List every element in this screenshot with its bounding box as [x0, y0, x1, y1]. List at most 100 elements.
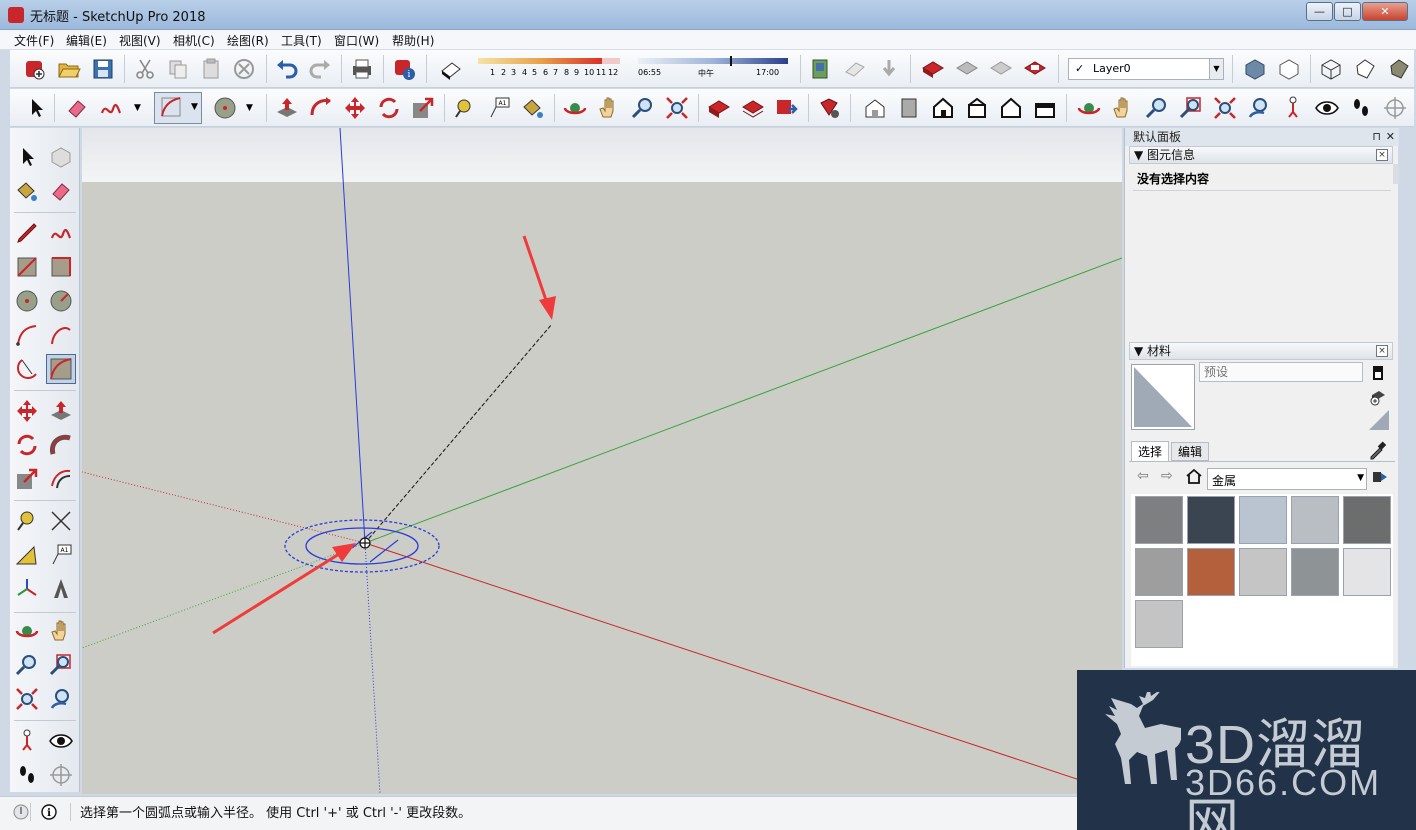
make-component-icon[interactable]	[48, 144, 74, 170]
pan-camera-icon[interactable]	[1110, 95, 1136, 121]
zoom-camera-icon[interactable]	[1144, 95, 1170, 121]
text-label-icon[interactable]: A1	[48, 542, 74, 568]
select-arrow-icon[interactable]	[14, 144, 40, 170]
pan-hand-icon[interactable]	[596, 95, 622, 121]
look-around-eye-icon[interactable]	[48, 728, 74, 754]
extension-ruby-icon[interactable]	[816, 95, 842, 121]
zoom-extents-icon[interactable]	[664, 95, 690, 121]
undo-icon[interactable]	[274, 56, 300, 82]
entity-info-scrollbar[interactable]	[1393, 164, 1399, 184]
tape-measure-icon[interactable]	[452, 95, 478, 121]
open-folder-icon[interactable]	[56, 56, 82, 82]
model-info-icon[interactable]: i	[391, 56, 417, 82]
view-left-icon[interactable]	[1032, 95, 1058, 121]
zoom-extents-camera-icon[interactable]	[1212, 95, 1238, 121]
back-arrow-icon[interactable]: ⇦	[1137, 468, 1153, 484]
material-swatch[interactable]	[1291, 496, 1339, 544]
walk-footprints-icon[interactable]	[1348, 95, 1374, 121]
paste-icon[interactable]	[198, 56, 224, 82]
axes-icon[interactable]	[14, 576, 40, 602]
details-arrow-icon[interactable]	[1371, 468, 1389, 486]
material-swatch[interactable]	[1239, 496, 1287, 544]
chevron-down-icon[interactable]: ▼	[134, 103, 141, 113]
maximize-button[interactable]: □	[1334, 2, 1361, 21]
circle-icon[interactable]	[14, 288, 40, 314]
push-pull-icon[interactable]	[48, 398, 74, 424]
move-icon[interactable]	[14, 398, 40, 424]
section-display-icon[interactable]	[876, 56, 902, 82]
shadow-month-slider[interactable]: 1 2 3 4 5 6 7 8 9 10 11 12	[476, 54, 628, 84]
previous-view-icon[interactable]	[48, 686, 74, 712]
view-top-icon[interactable]	[896, 95, 922, 121]
scene-icon[interactable]	[808, 56, 834, 82]
material-name-field[interactable]	[1199, 362, 1363, 382]
share-component-icon[interactable]	[988, 56, 1014, 82]
walk-footprints-icon[interactable]	[14, 762, 40, 788]
cut-icon[interactable]	[132, 56, 158, 82]
pan-hand-icon[interactable]	[48, 618, 74, 644]
close-icon[interactable]: ✕	[1386, 128, 1395, 146]
dimension-icon[interactable]	[48, 508, 74, 534]
zoom-window-icon[interactable]	[48, 652, 74, 678]
style-xray-icon[interactable]	[1242, 56, 1268, 82]
save-icon[interactable]	[90, 56, 116, 82]
select-arrow-icon[interactable]	[24, 95, 50, 121]
redo-icon[interactable]	[307, 56, 333, 82]
position-camera-icon[interactable]	[14, 728, 40, 754]
look-around-eye-icon[interactable]	[1314, 95, 1340, 121]
zoom-window-icon[interactable]	[1178, 95, 1204, 121]
pin-icon[interactable]: ⊓	[1372, 128, 1381, 146]
scale-icon[interactable]	[410, 95, 436, 121]
3d-text-icon[interactable]	[48, 576, 74, 602]
move-icon[interactable]	[342, 95, 368, 121]
menu-view[interactable]: 视图(V)	[119, 32, 161, 49]
new-model-icon[interactable]	[22, 56, 48, 82]
share-model-icon[interactable]	[954, 56, 980, 82]
home-icon[interactable]	[1185, 467, 1203, 485]
eraser-icon[interactable]	[64, 95, 90, 121]
push-pull-icon[interactable]	[274, 95, 300, 121]
display-secondary-icon[interactable]	[1369, 364, 1387, 382]
menu-draw[interactable]: 绘图(R)	[227, 32, 269, 49]
minimize-button[interactable]: —	[1306, 2, 1333, 21]
time-slider-thumb[interactable]	[730, 56, 732, 66]
menu-help[interactable]: 帮助(H)	[392, 32, 434, 49]
section-plane-icon[interactable]	[48, 762, 74, 788]
shadow-time-slider[interactable]: 06:55 中午 17:00	[634, 54, 794, 84]
protractor-icon[interactable]	[14, 542, 40, 568]
warehouse-icon[interactable]	[706, 95, 732, 121]
tab-edit[interactable]: 编辑	[1171, 442, 1209, 461]
style-wireframe-icon[interactable]	[1318, 56, 1344, 82]
chevron-down-icon[interactable]: ▼	[191, 102, 198, 112]
material-swatch[interactable]	[1135, 548, 1183, 596]
entity-info-header[interactable]: ▼ 图元信息 ×	[1129, 146, 1393, 164]
material-swatch[interactable]	[1187, 548, 1235, 596]
follow-me-icon[interactable]	[48, 432, 74, 458]
two-point-arc-icon[interactable]	[48, 322, 74, 348]
orbit-icon[interactable]	[14, 618, 40, 644]
rotate-icon[interactable]	[376, 95, 402, 121]
section-axes-icon[interactable]	[1382, 95, 1408, 121]
style-hiddenline-icon[interactable]	[1352, 56, 1378, 82]
print-icon[interactable]	[349, 56, 375, 82]
menu-camera[interactable]: 相机(C)	[173, 32, 215, 49]
arc-icon[interactable]	[14, 322, 40, 348]
month-slider-thumb[interactable]	[602, 58, 620, 64]
menu-file[interactable]: 文件(F)	[14, 32, 54, 49]
eraser-icon[interactable]	[48, 178, 74, 204]
warehouse-get-models-icon[interactable]	[920, 56, 946, 82]
line-pencil-icon[interactable]	[14, 220, 40, 246]
arc-tool-active-button[interactable]: ▼	[154, 92, 202, 124]
zoom-icon[interactable]	[630, 95, 656, 121]
extension-warehouse-icon[interactable]	[1022, 56, 1048, 82]
material-swatch[interactable]	[1135, 496, 1183, 544]
material-swatch[interactable]	[1187, 496, 1235, 544]
geo-location-icon[interactable]	[12, 803, 30, 821]
orbit-camera-icon[interactable]	[1076, 95, 1102, 121]
material-swatch[interactable]	[1291, 548, 1339, 596]
material-swatch[interactable]	[1135, 600, 1183, 648]
layout-send-icon[interactable]	[774, 95, 800, 121]
material-swatch[interactable]	[1343, 496, 1391, 544]
paint-bucket-icon[interactable]	[520, 95, 546, 121]
freehand-icon[interactable]	[48, 220, 74, 246]
